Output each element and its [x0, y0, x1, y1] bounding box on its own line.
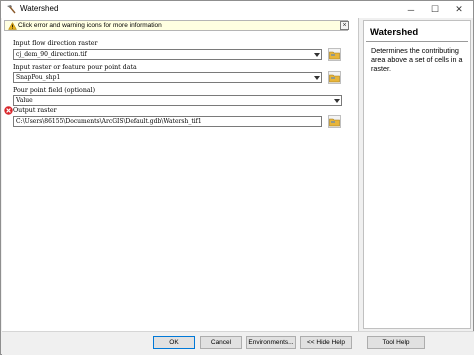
- watershed-dialog: Watershed ─ ☐ ✕ Click error and warning …: [0, 0, 474, 355]
- pour-point-value: SnapPou_shp1: [16, 74, 61, 81]
- folder-icon: [329, 51, 340, 59]
- info-text: Click error and warning icons for more i…: [18, 22, 162, 29]
- output-raster-label: Output raster: [13, 107, 57, 114]
- pour-point-field-label: Pour point field (optional): [13, 87, 96, 94]
- ok-button[interactable]: OK: [153, 336, 195, 349]
- info-bar: Click error and warning icons for more i…: [4, 20, 349, 31]
- title-bar[interactable]: Watershed ─ ☐ ✕: [1, 1, 473, 18]
- pour-point-field-value: Value: [16, 97, 33, 104]
- output-raster-value: C:\Users\86155\Documents\ArcGIS\Default.…: [16, 118, 202, 125]
- close-icon: ✕: [455, 4, 463, 14]
- minimize-button[interactable]: ─: [399, 1, 423, 18]
- flow-direction-label: Input flow direction raster: [13, 40, 98, 47]
- close-icon: ×: [342, 22, 347, 29]
- help-panel: Watershed Determines the contributing ar…: [363, 20, 471, 329]
- window-title: Watershed: [20, 4, 59, 13]
- maximize-icon: ☐: [430, 4, 440, 14]
- pour-point-field-dropdown[interactable]: Value: [13, 95, 342, 106]
- chevron-down-icon: [332, 96, 341, 105]
- flow-direction-dropdown[interactable]: cj_dem_90_direction.tif: [13, 49, 322, 60]
- help-pane: Watershed Determines the contributing ar…: [361, 18, 473, 331]
- browse-output-raster-button[interactable]: [328, 115, 341, 128]
- output-raster-input[interactable]: C:\Users\86155\Documents\ArcGIS\Default.…: [13, 116, 322, 127]
- pour-point-label: Input raster or feature pour point data: [13, 64, 137, 71]
- tool-help-button[interactable]: Tool Help: [367, 336, 425, 349]
- button-bar: OK Cancel Environments... << Hide Help T…: [2, 331, 474, 355]
- maximize-button[interactable]: ☐: [423, 1, 447, 18]
- pour-point-dropdown[interactable]: SnapPou_shp1: [13, 72, 322, 83]
- help-title: Watershed: [370, 27, 419, 38]
- minimize-icon: ─: [407, 4, 415, 15]
- flow-direction-value: cj_dem_90_direction.tif: [16, 51, 87, 58]
- environments-button[interactable]: Environments...: [246, 336, 296, 349]
- help-divider: [366, 41, 468, 42]
- info-close-button[interactable]: ×: [340, 21, 349, 30]
- chevron-down-icon: [312, 73, 321, 82]
- hide-help-button[interactable]: << Hide Help: [300, 336, 352, 349]
- folder-icon: [329, 74, 340, 82]
- browse-flow-direction-button[interactable]: [328, 48, 341, 61]
- close-button[interactable]: ✕: [447, 1, 471, 18]
- help-description: Determines the contributing area above a…: [371, 46, 463, 73]
- parameters-pane: Click error and warning icons for more i…: [2, 18, 359, 331]
- error-icon[interactable]: [4, 106, 13, 115]
- warning-icon: [8, 21, 17, 30]
- folder-icon: [329, 118, 340, 126]
- browse-pour-point-button[interactable]: [328, 71, 341, 84]
- chevron-down-icon: [312, 50, 321, 59]
- cancel-button[interactable]: Cancel: [200, 336, 242, 349]
- hammer-icon: [6, 4, 16, 14]
